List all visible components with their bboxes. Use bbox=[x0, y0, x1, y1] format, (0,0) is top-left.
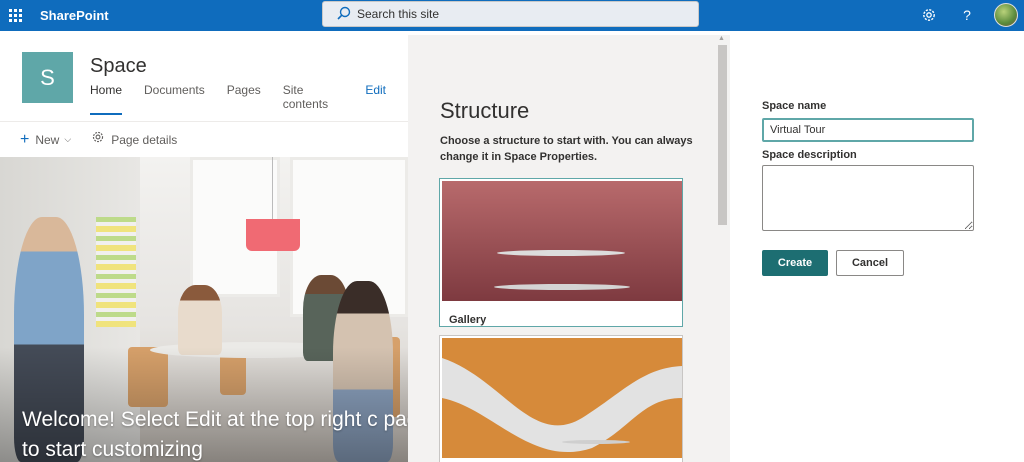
structure-card[interactable] bbox=[439, 335, 683, 462]
command-bar: + New ⌵ Page details bbox=[0, 121, 408, 157]
gear-icon[interactable] bbox=[919, 5, 939, 25]
chevron-down-icon: ⌵ bbox=[64, 134, 72, 144]
structure-panel: Structure Choose a structure to start wi… bbox=[408, 35, 730, 462]
avatar[interactable] bbox=[994, 3, 1018, 27]
space-form: Space name Space description Create Canc… bbox=[730, 31, 1024, 462]
page-details-label: Page details bbox=[111, 132, 178, 147]
nav-link-pages[interactable]: Pages bbox=[227, 83, 261, 115]
site-header: S Space Home Documents Pages Site conten… bbox=[0, 31, 408, 121]
panel-scrollbar[interactable]: ▲ bbox=[716, 35, 728, 462]
panel-description: Choose a structure to start with. You ca… bbox=[440, 135, 693, 163]
create-button[interactable]: Create bbox=[762, 250, 828, 276]
gear-icon bbox=[91, 130, 105, 149]
space-description-label: Space description bbox=[762, 149, 857, 161]
page-details-button[interactable]: Page details bbox=[91, 130, 177, 149]
site-title[interactable]: Space bbox=[90, 55, 147, 78]
space-name-input[interactable] bbox=[762, 118, 974, 142]
nav-link-site-contents[interactable]: Site contents bbox=[283, 83, 344, 115]
search-box[interactable] bbox=[322, 1, 699, 27]
new-label: New bbox=[35, 132, 60, 147]
nav-link-home[interactable]: Home bbox=[90, 83, 123, 115]
scroll-up-icon[interactable]: ▲ bbox=[718, 35, 725, 42]
new-button[interactable]: + New ⌵ bbox=[20, 131, 71, 149]
site-nav: Home Documents Pages Site contents Edit bbox=[90, 83, 408, 115]
search-input[interactable] bbox=[357, 7, 657, 21]
space-description-input[interactable] bbox=[762, 165, 974, 231]
site-logo[interactable]: S bbox=[22, 52, 73, 103]
nav-link-documents[interactable]: Documents bbox=[144, 83, 205, 115]
app-name[interactable]: SharePoint bbox=[40, 8, 109, 23]
person bbox=[178, 285, 222, 355]
pendant-lamp bbox=[246, 219, 300, 251]
cancel-button[interactable]: Cancel bbox=[836, 250, 904, 276]
plus-icon: + bbox=[20, 130, 30, 148]
hero-image: Welcome! Select Edit at the top right c … bbox=[0, 157, 408, 462]
help-icon[interactable]: ? bbox=[957, 5, 977, 25]
space-name-label: Space name bbox=[762, 100, 827, 112]
scroll-thumb[interactable] bbox=[718, 45, 727, 225]
search-icon bbox=[337, 6, 351, 20]
nav-link-edit[interactable]: Edit bbox=[365, 83, 386, 115]
card-label: Gallery bbox=[449, 314, 487, 326]
app-launcher-icon[interactable] bbox=[0, 0, 30, 31]
structure-thumbnail bbox=[442, 338, 682, 458]
structure-card-gallery[interactable]: Gallery bbox=[439, 178, 683, 327]
hero-welcome-text: Welcome! Select Edit at the top right c … bbox=[22, 408, 408, 461]
gallery-thumbnail bbox=[442, 181, 682, 301]
panel-title: Structure bbox=[440, 98, 530, 123]
